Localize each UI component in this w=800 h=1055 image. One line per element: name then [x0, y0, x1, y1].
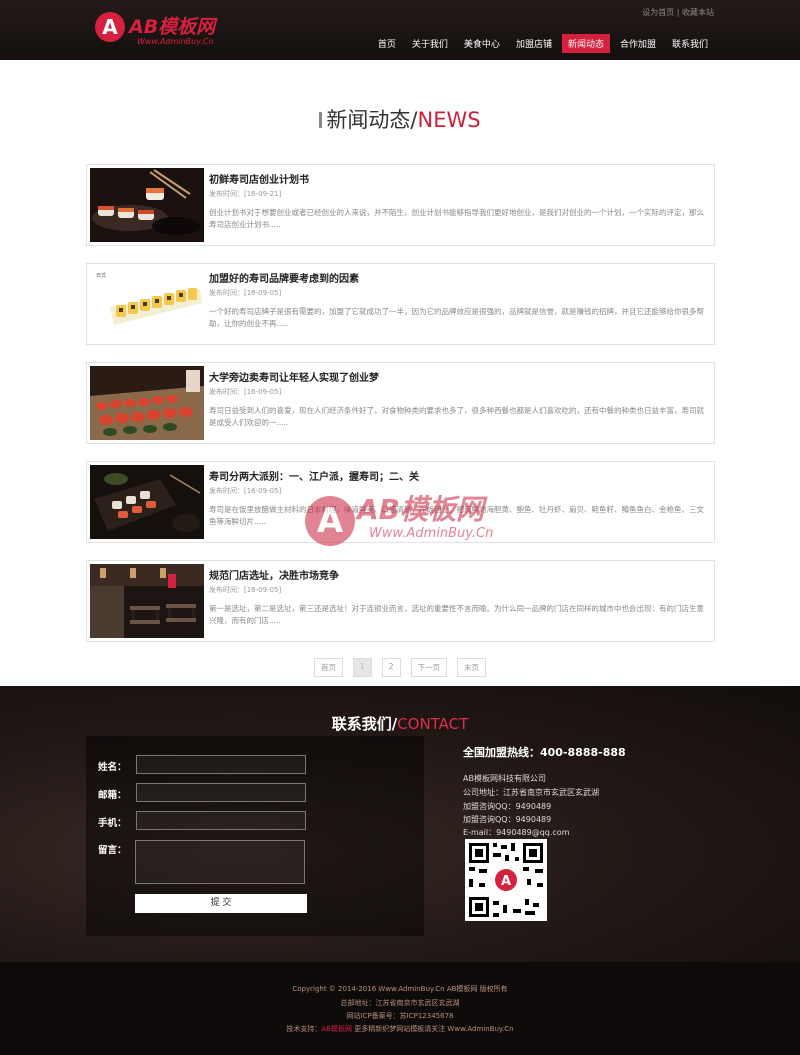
phone-input[interactable] [136, 811, 306, 830]
watermark-badge-icon: A [305, 496, 355, 546]
logo-text: AB模板网 [129, 16, 216, 38]
nav-about[interactable]: 关于我们 [406, 34, 454, 53]
footer-support: 技术支持：AB模板网 更多精新织梦网站模板请关注 Www.AdminBuy.Cn [0, 1024, 800, 1034]
qq-contact-2: 加盟咨询QQ：9490489 [463, 815, 552, 824]
news-item[interactable]: 初鲜寿司店创业计划书 发布时间：[16-09-21] 创业计划书对于想要创业或者… [86, 164, 715, 246]
contact-title-cn: 联系我们/ [331, 715, 398, 733]
company-name: AB模板网科技有限公司 [463, 774, 546, 783]
footer-support-suffix: 更多精新织梦网站模板请关注 Www.AdminBuy.Cn [351, 1025, 514, 1033]
svg-text:A: A [501, 874, 511, 889]
watermark-logo: A AB模板网 Www.AdminBuy.Cn [305, 488, 505, 558]
top-links-separator: | [676, 8, 680, 17]
contact-form: 姓名： 邮箱： 手机： 留言： 提 交 [86, 736, 424, 936]
contact-section: 联系我们/CONTACT 姓名： 邮箱： 手机： 留言： 提 交 全国加盟热线：… [0, 686, 800, 962]
news-thumbnail[interactable] [90, 366, 204, 440]
nav-news[interactable]: 新闻动态 [561, 34, 610, 53]
news-item[interactable]: 大学旁边卖寿司让年轻人实现了创业梦 发布时间：[16-09-05] 寿司日益受到… [86, 362, 715, 444]
page-title: 新闻动态/NEWS [0, 104, 800, 134]
news-title[interactable]: 寿司分两大派别：一、江户派，握寿司；二、关 [209, 468, 419, 483]
site-header: A AB模板网 Www.AdminBuy.Cn 设为首页 | 收藏本站 首页 关… [0, 0, 800, 60]
news-title[interactable]: 加盟好的寿司品牌要考虑到的因素 [209, 270, 359, 285]
svg-text:日式: 日式 [96, 272, 106, 279]
news-thumbnail[interactable]: 日式 [90, 267, 204, 341]
news-thumbnail[interactable] [90, 168, 204, 242]
email-contact[interactable]: E-mail：9490489@qq.com [463, 827, 570, 838]
hotline: 全国加盟热线：400-8888-888 [463, 746, 626, 759]
footer-icp: 网站ICP备案号：苏ICP12345678 [346, 1012, 454, 1020]
logo-subtext: Www.AdminBuy.Cn [137, 37, 214, 46]
phone-label: 手机： [98, 818, 127, 829]
news-date: 发布时间：[16-09-05] [209, 388, 282, 396]
site-footer: Copyright © 2014-2016 Www.AdminBuy.Cn AB… [0, 962, 800, 1055]
news-date: 发布时间：[16-09-05] [209, 487, 282, 495]
news-description: 一个好的寿司店牌子是很有需要的，加盟了它就成功了一半，因为它的品牌效应是很强的，… [209, 307, 704, 328]
nav-home[interactable]: 首页 [372, 34, 402, 53]
title-bar-decoration [319, 112, 323, 128]
news-description: 创业计划书对于想要创业或者已经创业的人来说，并不陌生，创业计划书能够指导我们更好… [209, 208, 704, 229]
news-title[interactable]: 初鲜寿司店创业计划书 [209, 171, 309, 186]
news-thumbnail[interactable] [90, 564, 204, 638]
footer-support-link[interactable]: AB模板网 [321, 1025, 352, 1033]
news-date: 发布时间：[16-09-21] [209, 190, 282, 198]
nav-food-center[interactable]: 美食中心 [458, 34, 506, 53]
message-textarea[interactable] [135, 840, 305, 884]
pager-page-1[interactable]: 1 [352, 658, 372, 677]
qq-contact-1: 加盟咨询QQ：9490489 [463, 802, 552, 811]
news-item[interactable]: 规范门店选址，决胜市场竞争 发布时间：[16-09-05] 第一是选址，第二是选… [86, 560, 715, 642]
news-date: 发布时间：[16-09-05] [209, 586, 282, 594]
news-date: 发布时间：[16-09-05] [209, 289, 282, 297]
news-description: 寿司日益受到人们的喜爱，现在人们经济条件好了，对食物种类的要求也多了，很多种西餐… [209, 406, 704, 427]
name-label: 姓名： [98, 762, 127, 773]
pagination: 首页 1 2 下一页 末页 [0, 658, 800, 677]
news-description: 第一是选址，第二是选址，第三还是选址！对于连锁业而言，选址的重要性不言而喻。为什… [209, 604, 704, 625]
footer-address: 总部地址：江苏省南京市玄武区玄武湖 [340, 999, 460, 1007]
watermark-text: AB模板网 [357, 493, 485, 526]
pager-page-2[interactable]: 2 [381, 658, 401, 677]
nav-contact[interactable]: 联系我们 [666, 34, 714, 53]
watermark-subtext: Www.AdminBuy.Cn [369, 526, 494, 541]
top-links: 设为首页 | 收藏本站 [642, 7, 714, 18]
set-homepage-link[interactable]: 设为首页 [642, 8, 674, 17]
news-thumbnail[interactable] [90, 465, 204, 539]
news-item[interactable]: 日式 加盟好的寿司品牌要考虑到的因素 发布时间：[16-09-05] 一个好的寿… [86, 263, 715, 345]
qr-code-icon: A [465, 839, 547, 921]
page-title-cn: 新闻动态/ [326, 108, 418, 132]
footer-support-prefix: 技术支持： [286, 1025, 322, 1033]
pager-next[interactable]: 下一页 [410, 658, 448, 677]
message-label: 留言： [98, 845, 127, 856]
news-title[interactable]: 大学旁边卖寿司让年轻人实现了创业梦 [209, 369, 379, 384]
site-logo[interactable]: A AB模板网 Www.AdminBuy.Cn [95, 12, 245, 52]
bookmark-link[interactable]: 收藏本站 [682, 8, 714, 17]
company-address: 公司地址：江苏省南京市玄武区玄武湖 [463, 788, 599, 797]
email-input[interactable] [136, 783, 306, 802]
news-title[interactable]: 规范门店选址，决胜市场竞争 [209, 567, 339, 582]
footer-copyright: Copyright © 2014-2016 Www.AdminBuy.Cn AB… [292, 985, 508, 993]
contact-title: 联系我们/CONTACT [0, 713, 800, 734]
email-label: 邮箱： [98, 790, 127, 801]
logo-badge-icon: A [95, 12, 125, 42]
pager-last[interactable]: 末页 [457, 658, 487, 677]
submit-button[interactable]: 提 交 [135, 894, 307, 913]
page-title-en: NEWS [417, 108, 481, 132]
main-nav: 首页 关于我们 美食中心 加盟店铺 新闻动态 合作加盟 联系我们 [368, 34, 714, 53]
contact-title-en: CONTACT [397, 715, 469, 733]
nav-franchise-stores[interactable]: 加盟店铺 [510, 34, 558, 53]
nav-join[interactable]: 合作加盟 [614, 34, 662, 53]
pager-first[interactable]: 首页 [313, 658, 343, 677]
name-input[interactable] [136, 755, 306, 774]
